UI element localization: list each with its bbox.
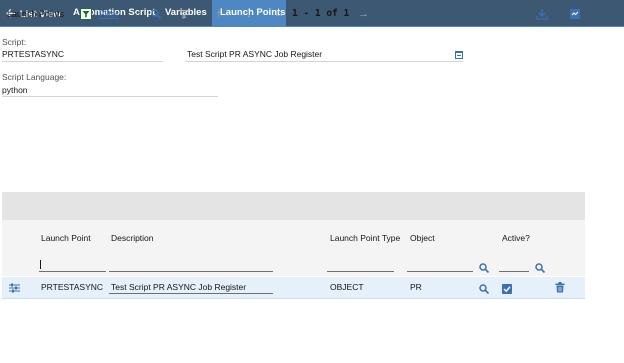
cell-launch-point: PRTESTASYNC [41,282,104,292]
filter-input-description[interactable] [109,271,273,272]
text-cursor [40,260,41,269]
filter-input-active[interactable] [499,271,529,272]
script-description-field[interactable]: Test Script PR ASYNC Job Register [187,49,322,59]
column-header-description[interactable]: Description [111,233,154,243]
cell-launch-point-type: OBJECT [330,282,364,292]
next-page-icon[interactable]: → [358,0,369,28]
checkbox-icon [503,286,511,293]
script-field-underline [2,61,163,62]
column-header-launch-point-type[interactable]: Launch Point Type [330,233,400,243]
search-icon[interactable] [478,262,490,274]
script-language-label: Script Language: [2,72,67,82]
filter-input-launch-point[interactable] [39,271,106,272]
cell-description-underline [109,293,273,294]
script-field[interactable]: PRTESTASYNC [2,49,64,59]
script-language-field[interactable]: python [2,85,28,95]
filter-icon[interactable] [80,8,92,20]
search-icon[interactable] [534,262,546,274]
table-filter-row [2,256,585,276]
script-description-underline [185,61,463,62]
arrow-up-icon[interactable]: ↑ [216,0,222,28]
table-toolbar [2,192,585,220]
active-checkbox[interactable] [502,284,512,294]
filter-link[interactable]: Filter [99,0,119,28]
arrow-down-icon[interactable]: ↓ [246,0,252,28]
column-header-active[interactable]: Active? [502,233,530,243]
trash-icon[interactable] [555,282,565,293]
row-details-icon[interactable] [9,283,20,293]
table-title: Launch Points [7,9,65,19]
clear-filter-icon[interactable] [178,8,190,20]
download-icon[interactable] [536,8,548,20]
script-label: Script: [2,37,27,47]
cell-object: PR [410,282,422,292]
cell-description[interactable]: Test Script PR ASYNC Job Register [111,282,246,292]
search-icon[interactable] [478,283,490,295]
column-header-object[interactable]: Object [410,233,435,243]
filter-input-object[interactable] [407,271,473,272]
search-icon[interactable] [150,8,162,20]
prev-page-icon[interactable]: ← [274,0,285,28]
script-language-underline [2,96,218,97]
filter-input-launch-point-type[interactable] [327,271,394,272]
chevron-right-icon[interactable]: › [134,0,137,28]
calendar-icon[interactable] [455,51,463,59]
column-header-launch-point[interactable]: Launch Point [41,233,91,243]
pagination-info: 1 - 1 of 1 [292,8,350,19]
settings-icon[interactable] [569,8,581,20]
